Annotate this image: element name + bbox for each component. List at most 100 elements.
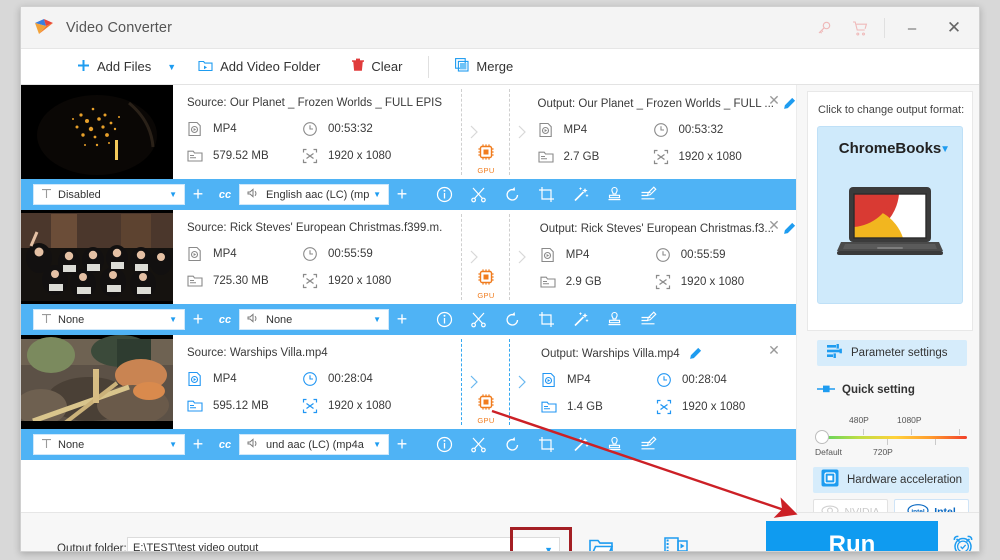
clock-icon: [302, 246, 320, 262]
key-icon[interactable]: [806, 7, 842, 49]
watermark-stamp-icon[interactable]: [597, 179, 631, 210]
closed-caption-icon[interactable]: cc: [211, 439, 239, 451]
subtitle-edit-icon[interactable]: [631, 179, 665, 210]
add-audio-button[interactable]: +: [389, 309, 415, 330]
crop-icon[interactable]: [529, 429, 563, 460]
magic-wand-icon[interactable]: [563, 304, 597, 335]
clear-label: Clear: [371, 59, 403, 74]
parameter-settings-label: Parameter settings: [851, 347, 948, 359]
file-format-icon: [187, 121, 205, 137]
edit-pencil-icon[interactable]: [689, 347, 702, 360]
add-video-folder-label: Add Video Folder: [220, 59, 321, 74]
info-icon[interactable]: [427, 304, 461, 335]
magic-wand-icon[interactable]: [563, 179, 597, 210]
rotate-icon[interactable]: [495, 304, 529, 335]
clock-icon: [656, 372, 674, 388]
add-files-button[interactable]: Add Files: [67, 49, 161, 85]
add-subtitle-button[interactable]: +: [185, 309, 211, 330]
remove-file-button[interactable]: ✕: [766, 343, 782, 359]
info-icon[interactable]: [427, 429, 461, 460]
closed-caption-icon[interactable]: cc: [211, 314, 239, 326]
crop-icon[interactable]: [529, 304, 563, 335]
add-video-folder-button[interactable]: Add Video Folder: [188, 49, 330, 85]
minimize-button[interactable]: –: [891, 7, 933, 49]
gpu-badge[interactable]: GPU: [471, 268, 501, 300]
conversion-arrow-zone: GPU: [443, 335, 527, 429]
edit-pencil-icon[interactable]: [783, 222, 796, 235]
converted-files-button[interactable]: [664, 535, 688, 551]
add-audio-button[interactable]: +: [389, 434, 415, 455]
subtitle-T-icon: [41, 313, 52, 327]
remove-file-button[interactable]: ✕: [766, 218, 782, 234]
main-body: Source: Our Planet _ Frozen Worlds _ FUL…: [21, 85, 979, 524]
output-folder-input[interactable]: E:\TEST\test video output: [127, 537, 547, 551]
folder-video-icon: [198, 59, 213, 75]
video-thumbnail[interactable]: [21, 85, 173, 179]
slider-knob[interactable]: [815, 430, 829, 444]
subtitle-select[interactable]: None ▼: [33, 434, 185, 455]
chromebook-laptop-icon: [831, 185, 949, 268]
chevron-down-icon[interactable]: ▼: [940, 144, 950, 155]
scissors-icon[interactable]: [461, 179, 495, 210]
parameter-settings-button[interactable]: Parameter settings: [817, 340, 967, 366]
clock-icon: [302, 371, 320, 387]
crop-icon[interactable]: [529, 179, 563, 210]
subtitle-select[interactable]: Disabled ▼: [33, 184, 185, 205]
watermark-stamp-icon[interactable]: [597, 304, 631, 335]
close-button[interactable]: ✕: [933, 7, 975, 49]
edit-pencil-icon[interactable]: [783, 97, 796, 110]
watermark-stamp-icon[interactable]: [597, 429, 631, 460]
slider-tick-1080p: 1080P: [897, 415, 922, 425]
cart-icon[interactable]: [842, 7, 878, 49]
audio-value: und aac (LC) (mp4a: [266, 438, 364, 451]
file-row-main: Source: Rick Steves' European Christmas.…: [21, 210, 796, 304]
info-icon[interactable]: [427, 179, 461, 210]
file-item[interactable]: Source: Rick Steves' European Christmas.…: [21, 210, 796, 335]
folder-icon: [540, 274, 558, 290]
clear-button[interactable]: Clear: [342, 49, 412, 85]
merge-button[interactable]: Merge: [445, 49, 523, 85]
audio-select[interactable]: und aac (LC) (mp4a ▼: [239, 434, 389, 455]
video-thumbnail[interactable]: [21, 335, 173, 429]
audio-value: English aac (LC) (mp: [266, 188, 370, 201]
scissors-icon[interactable]: [461, 429, 495, 460]
file-item[interactable]: Source: Our Planet _ Frozen Worlds _ FUL…: [21, 85, 796, 210]
subtitle-edit-icon[interactable]: [631, 304, 665, 335]
add-audio-button[interactable]: +: [389, 184, 415, 205]
source-filename: Source: Warships Villa.mp4: [187, 347, 328, 359]
hardware-acceleration-button[interactable]: Hardware acceleration: [813, 467, 969, 493]
closed-caption-icon[interactable]: cc: [211, 189, 239, 201]
rotate-icon[interactable]: [495, 429, 529, 460]
divider: [428, 55, 430, 78]
edit-tool-icons: [427, 429, 665, 460]
video-thumbnail[interactable]: [21, 210, 173, 304]
output-format-selector[interactable]: ChromeBooks ▼: [817, 126, 963, 304]
output-size: 2.7 GB: [537, 149, 653, 165]
run-button[interactable]: Run: [766, 521, 938, 551]
source-format: MP4: [187, 121, 302, 137]
audio-select[interactable]: None ▼: [239, 309, 389, 330]
source-filename: Source: Our Planet _ Frozen Worlds _ FUL…: [187, 97, 443, 109]
folder-icon: [187, 148, 205, 164]
subtitle-select[interactable]: None ▼: [33, 309, 185, 330]
file-format-icon: [187, 246, 205, 262]
gpu-badge[interactable]: GPU: [471, 143, 501, 175]
rotate-icon[interactable]: [495, 179, 529, 210]
alarm-clock-icon[interactable]: [951, 533, 975, 551]
gpu-badge[interactable]: GPU: [471, 393, 501, 425]
output-format: MP4: [540, 247, 655, 263]
file-format-icon: [538, 122, 556, 138]
remove-file-button[interactable]: ✕: [766, 93, 782, 109]
chevron-down-icon: ▼: [169, 315, 177, 324]
subtitle-edit-icon[interactable]: [631, 429, 665, 460]
scissors-icon[interactable]: [461, 304, 495, 335]
audio-select[interactable]: English aac (LC) (mp ▼: [239, 184, 389, 205]
folder-icon: [187, 398, 205, 414]
add-subtitle-button[interactable]: +: [185, 184, 211, 205]
open-folder-button[interactable]: [589, 537, 614, 551]
magic-wand-icon[interactable]: [563, 429, 597, 460]
add-files-dropdown[interactable]: ▼: [161, 62, 188, 72]
add-subtitle-button[interactable]: +: [185, 434, 211, 455]
speaker-icon: [247, 437, 260, 452]
file-item[interactable]: Source: Warships Villa.mp4 MP4 00:28:04: [21, 335, 796, 460]
